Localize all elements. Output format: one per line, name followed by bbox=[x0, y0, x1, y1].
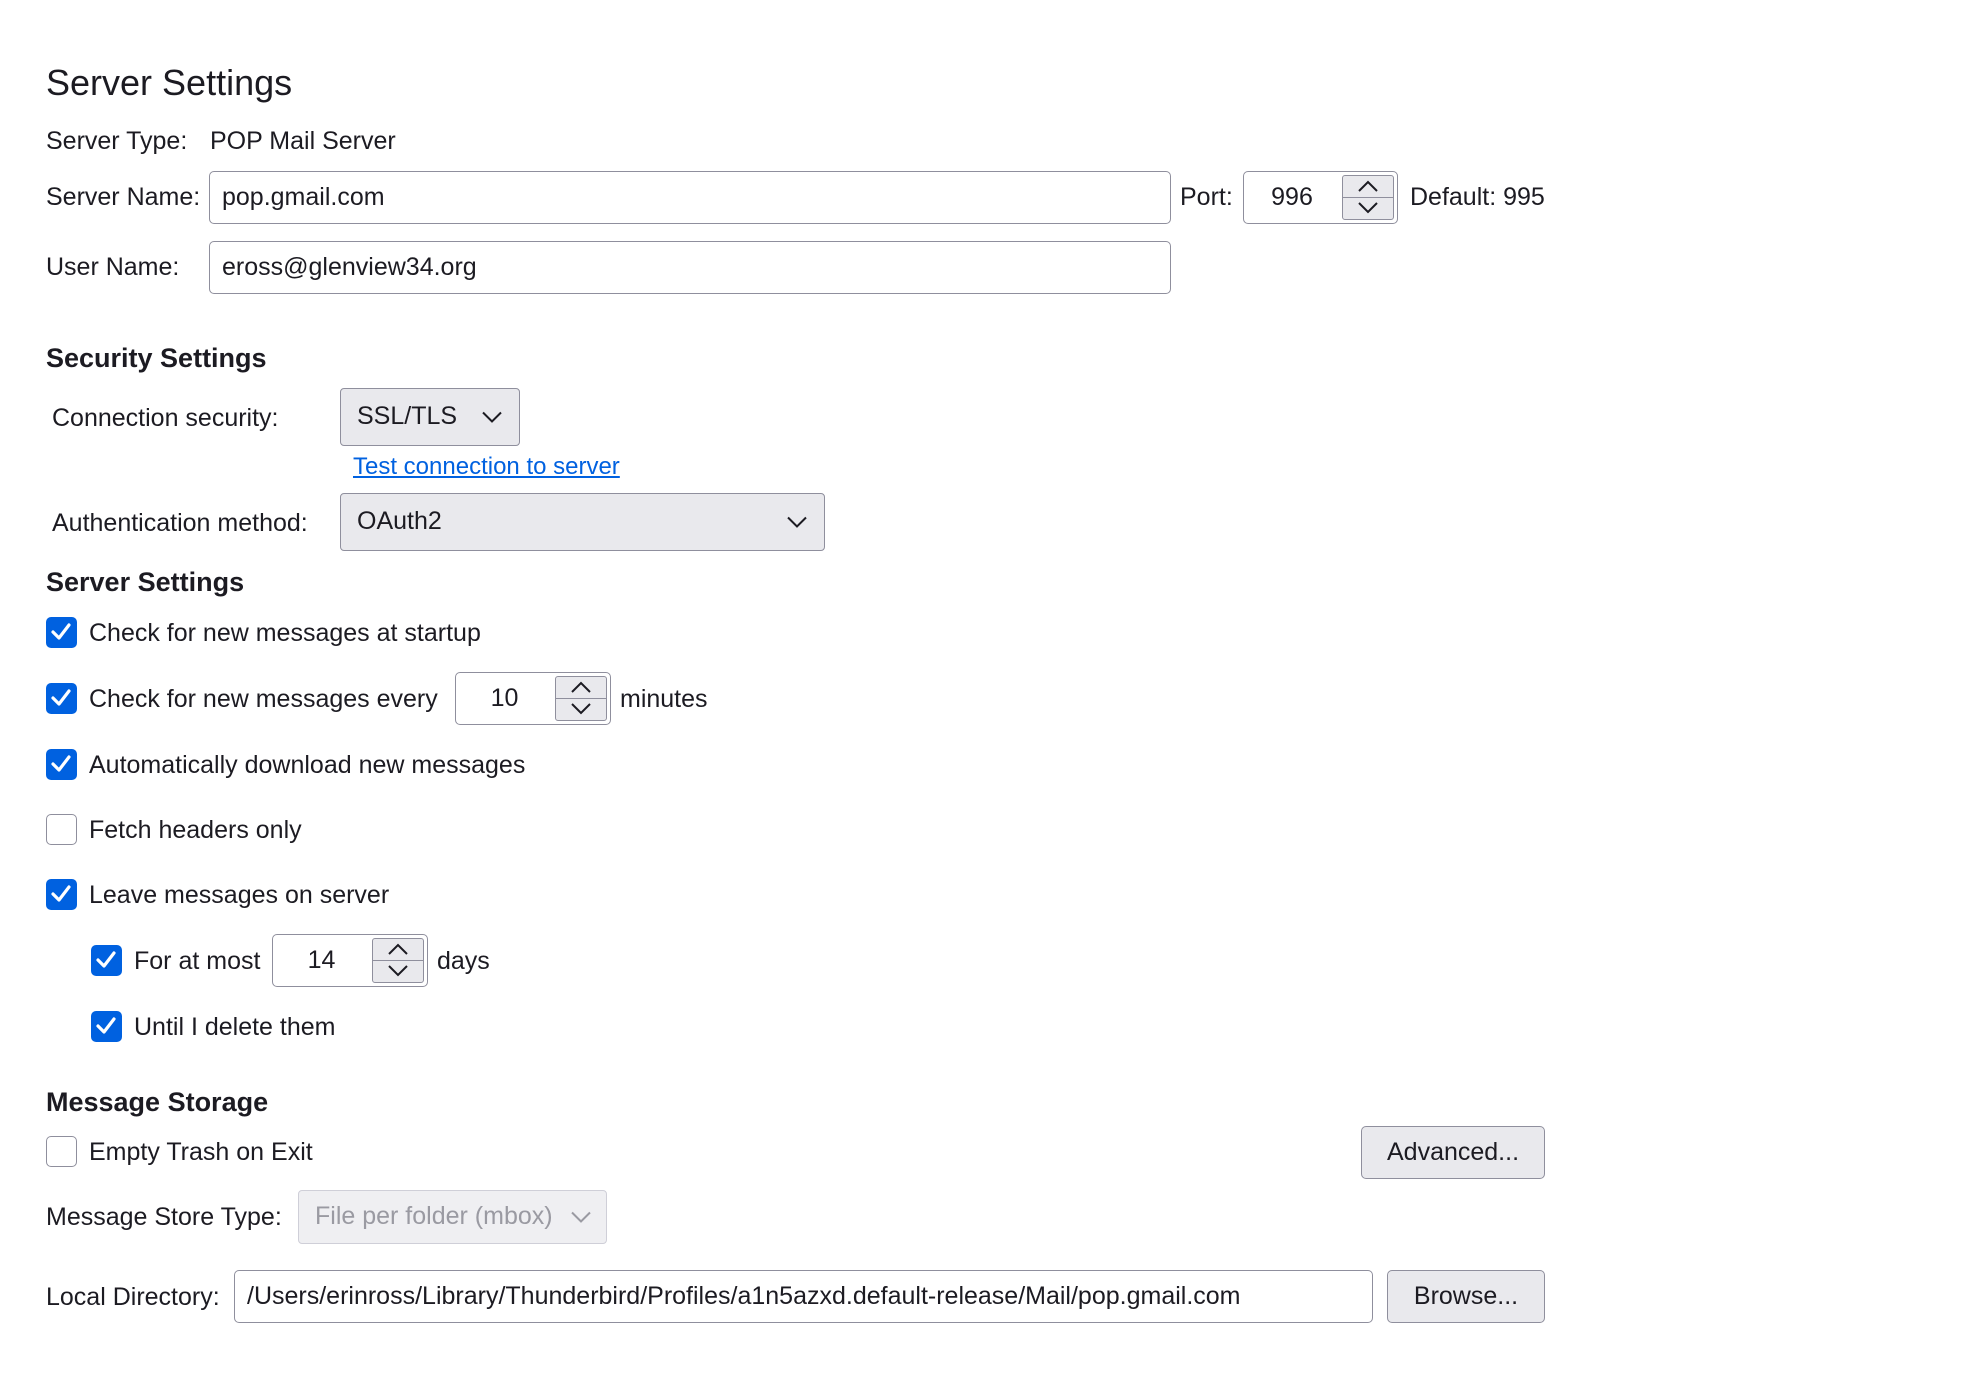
chevron-up-icon bbox=[571, 681, 591, 693]
checkmark-icon bbox=[96, 1017, 116, 1034]
check-startup-checkbox[interactable] bbox=[46, 617, 77, 648]
authentication-method-value: OAuth2 bbox=[357, 507, 442, 535]
check-interval-value: 10 bbox=[490, 684, 519, 712]
until-delete-label: Until I delete them bbox=[134, 1013, 336, 1041]
check-interval-decrement-button[interactable] bbox=[556, 699, 606, 721]
port-default-value: 995 bbox=[1503, 183, 1545, 211]
leave-on-server-checkbox[interactable] bbox=[46, 879, 77, 910]
local-directory-input[interactable]: /Users/erinross/Library/Thunderbird/Prof… bbox=[234, 1270, 1373, 1323]
headers-only-checkbox[interactable] bbox=[46, 814, 77, 845]
for-at-most-label: For at most bbox=[134, 947, 261, 975]
authentication-method-label: Authentication method: bbox=[52, 509, 308, 537]
auto-download-checkbox[interactable] bbox=[46, 749, 77, 780]
chevron-down-icon bbox=[1358, 202, 1378, 214]
server-type-label: Server Type: bbox=[46, 127, 188, 155]
port-value: 996 bbox=[1271, 183, 1313, 211]
check-interval-stepper[interactable]: 10 bbox=[455, 672, 611, 725]
authentication-method-select[interactable]: OAuth2 bbox=[340, 493, 825, 551]
check-interval-stepper-buttons[interactable] bbox=[555, 676, 607, 721]
message-store-type-value: File per folder (mbox) bbox=[315, 1202, 553, 1230]
checkmark-icon bbox=[51, 623, 71, 640]
headers-only-label: Fetch headers only bbox=[89, 816, 302, 844]
local-directory-label: Local Directory: bbox=[46, 1283, 220, 1311]
chevron-down-icon bbox=[571, 703, 591, 715]
message-store-type-select: File per folder (mbox) bbox=[298, 1190, 607, 1244]
page-title: Server Settings bbox=[46, 62, 293, 103]
user-name-label: User Name: bbox=[46, 253, 180, 281]
message-store-type-label: Message Store Type: bbox=[46, 1203, 282, 1231]
chevron-down-icon bbox=[388, 965, 408, 977]
leave-on-server-label: Leave messages on server bbox=[89, 881, 390, 909]
user-name-input[interactable]: eross@glenview34.org bbox=[209, 241, 1171, 294]
port-increment-button[interactable] bbox=[1343, 176, 1393, 198]
days-decrement-button[interactable] bbox=[373, 961, 423, 983]
auto-download-label: Automatically download new messages bbox=[89, 751, 526, 779]
chevron-down-icon bbox=[482, 411, 502, 423]
days-stepper-buttons[interactable] bbox=[372, 938, 424, 983]
for-at-most-checkbox[interactable] bbox=[91, 945, 122, 976]
checkmark-icon bbox=[96, 951, 116, 968]
message-storage-heading: Message Storage bbox=[46, 1087, 269, 1117]
connection-security-select[interactable]: SSL/TLS bbox=[340, 388, 520, 446]
security-settings-heading: Security Settings bbox=[46, 343, 267, 373]
browse-button[interactable]: Browse... bbox=[1387, 1270, 1545, 1323]
port-default-label: Default: 995 bbox=[1410, 182, 1545, 212]
check-every-checkbox[interactable] bbox=[46, 683, 77, 714]
check-interval-increment-button[interactable] bbox=[556, 677, 606, 699]
server-name-input[interactable]: pop.gmail.com bbox=[209, 171, 1171, 224]
empty-trash-checkbox[interactable] bbox=[46, 1136, 77, 1167]
chevron-down-icon bbox=[571, 1211, 591, 1223]
server-settings-page: Server Settings Server Type: POP Mail Se… bbox=[0, 0, 1974, 1396]
chevron-down-icon bbox=[787, 516, 807, 528]
port-stepper-buttons[interactable] bbox=[1342, 175, 1394, 220]
check-startup-label: Check for new messages at startup bbox=[89, 619, 481, 647]
server-name-label: Server Name: bbox=[46, 183, 201, 211]
port-label: Port: bbox=[1180, 183, 1233, 211]
check-interval-unit: minutes bbox=[620, 685, 708, 713]
port-default-prefix: Default: bbox=[1410, 183, 1497, 211]
checkmark-icon bbox=[51, 755, 71, 772]
checkmark-icon bbox=[51, 689, 71, 706]
server-type-value: POP Mail Server bbox=[210, 127, 396, 155]
empty-trash-label: Empty Trash on Exit bbox=[89, 1138, 313, 1166]
test-connection-link[interactable]: Test connection to server bbox=[353, 452, 620, 482]
port-stepper[interactable]: 996 bbox=[1243, 171, 1398, 224]
checkmark-icon bbox=[51, 885, 71, 902]
days-unit: days bbox=[437, 947, 490, 975]
check-every-label: Check for new messages every bbox=[89, 685, 438, 713]
chevron-up-icon bbox=[388, 943, 408, 955]
days-value: 14 bbox=[307, 946, 336, 974]
connection-security-label: Connection security: bbox=[52, 404, 279, 432]
port-decrement-button[interactable] bbox=[1343, 198, 1393, 220]
days-stepper[interactable]: 14 bbox=[272, 934, 428, 987]
chevron-up-icon bbox=[1358, 180, 1378, 192]
days-increment-button[interactable] bbox=[373, 939, 423, 961]
server-settings-heading: Server Settings bbox=[46, 567, 245, 597]
advanced-button[interactable]: Advanced... bbox=[1361, 1126, 1545, 1179]
until-delete-checkbox[interactable] bbox=[91, 1011, 122, 1042]
connection-security-value: SSL/TLS bbox=[357, 402, 458, 430]
